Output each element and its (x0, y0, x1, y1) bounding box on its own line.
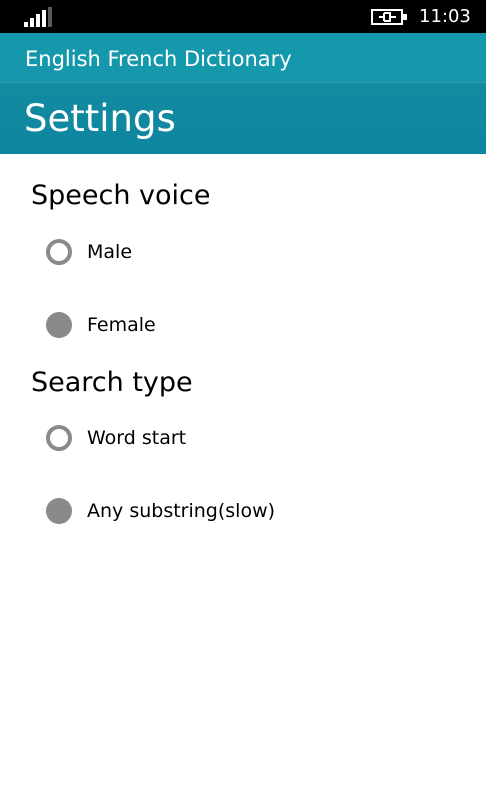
header-divider (0, 82, 486, 83)
radio-label-female: Female (87, 314, 156, 336)
app-header: English French Dictionary Settings (0, 33, 486, 154)
app-title: English French Dictionary (25, 47, 292, 71)
radio-label-any-substring: Any substring(slow) (87, 500, 276, 522)
radio-button-checked-icon[interactable] (46, 498, 72, 524)
radio-button-unchecked-icon[interactable] (46, 239, 72, 265)
status-bar: 11:03 (0, 0, 486, 33)
search-type-heading: Search type (31, 367, 193, 398)
signal-strength-icon (24, 7, 56, 27)
page-title: Settings (24, 97, 176, 140)
radio-option-female[interactable]: Female (44, 305, 464, 345)
radio-label-male: Male (87, 241, 133, 263)
radio-option-word-start[interactable]: Word start (44, 418, 464, 458)
radio-label-word-start: Word start (87, 427, 187, 449)
radio-option-any-substring[interactable]: Any substring(slow) (44, 491, 464, 531)
speech-voice-heading: Speech voice (31, 180, 211, 211)
radio-button-checked-icon[interactable] (46, 312, 72, 338)
battery-charging-icon (371, 8, 409, 26)
radio-button-unchecked-icon[interactable] (46, 425, 72, 451)
radio-option-male[interactable]: Male (44, 232, 464, 272)
status-clock: 11:03 (419, 6, 471, 27)
